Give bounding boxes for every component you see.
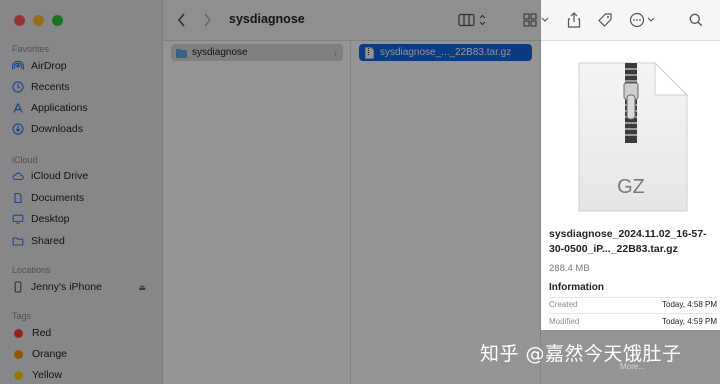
toolbar: sysdiagnose: [163, 0, 720, 41]
sidebar-item-documents[interactable]: Documents: [12, 189, 152, 207]
archive-document-icon: GZ: [578, 61, 689, 212]
sidebar-item-label: Jenny's iPhone: [31, 281, 102, 293]
column-2: sysdiagnose_..._22B83.tar.gz: [351, 41, 541, 384]
file-row-archive[interactable]: sysdiagnose_..._22B83.tar.gz: [359, 44, 532, 61]
cloud-icon: [12, 170, 24, 182]
clock-icon: [12, 81, 24, 93]
forward-button[interactable]: [203, 11, 212, 29]
preview-file-name: sysdiagnose_2024.11.02_16-57-30-0500_iP.…: [549, 228, 707, 255]
chevron-right-icon: ›: [334, 47, 337, 58]
sidebar-tag-red[interactable]: Red: [12, 324, 152, 342]
preview-file-size: 288.4 MB: [549, 263, 590, 274]
tag-button[interactable]: [597, 11, 613, 29]
sidebar-item-label: Shared: [31, 235, 65, 247]
sidebar-section-locations: Locations: [12, 265, 51, 275]
desktop-icon: [12, 213, 24, 225]
sidebar-section-favorites: Favorites: [12, 44, 50, 54]
sidebar-item-desktop[interactable]: Desktop: [12, 210, 152, 228]
window-title: sysdiagnose: [229, 12, 305, 26]
sidebar-item-recents[interactable]: Recents: [12, 78, 152, 96]
sidebar-item-label: Yellow: [32, 369, 62, 381]
sidebar-item-label: Documents: [31, 192, 85, 204]
sidebar-section-tags: Tags: [12, 311, 32, 321]
minimize-window-button[interactable]: [33, 15, 44, 26]
sidebar-item-label: Desktop: [31, 213, 70, 225]
eject-icon[interactable]: ⏏: [138, 283, 146, 292]
information-heading: Information: [549, 282, 604, 293]
airdrop-icon: [12, 60, 24, 72]
sidebar-item-label: Red: [32, 327, 52, 339]
yellow-tag-dot-icon: [14, 370, 23, 380]
chevron-left-icon: [177, 13, 185, 27]
info-row-modified: Modified Today, 4:59 PM: [549, 317, 717, 326]
search-icon: [689, 13, 703, 27]
sidebar-tag-yellow[interactable]: Yellow: [12, 366, 152, 384]
download-icon: [12, 123, 24, 135]
sidebar-item-label: iCloud Drive: [31, 170, 89, 182]
columns-view-icon: [458, 13, 486, 27]
share-button[interactable]: [567, 11, 581, 29]
sidebar: Favorites AirDrop Recents Applications D…: [0, 0, 163, 384]
sidebar-item-airdrop[interactable]: AirDrop: [12, 57, 152, 75]
folder-row-sysdiagnose[interactable]: sysdiagnose ›: [171, 44, 343, 61]
iphone-icon: [12, 281, 24, 293]
group-button[interactable]: [523, 11, 553, 29]
sidebar-item-icloud-drive[interactable]: iCloud Drive: [12, 167, 152, 185]
share-icon: [567, 12, 581, 28]
red-tag-dot-icon: [14, 328, 23, 338]
tag-icon: [598, 13, 612, 27]
archive-file-icon: [365, 46, 374, 59]
sidebar-item-downloads[interactable]: Downloads: [12, 120, 152, 138]
divider: [549, 297, 717, 298]
action-menu-button[interactable]: [629, 11, 657, 29]
svg-text:GZ: GZ: [617, 176, 645, 198]
info-row-created: Created Today, 4:58 PM: [549, 300, 717, 309]
chevron-right-icon: [204, 13, 212, 27]
view-mode-button[interactable]: [458, 11, 488, 29]
finder-window: Favorites AirDrop Recents Applications D…: [0, 0, 720, 384]
watermark-text: 知乎 @嘉然今天饿肚子: [480, 343, 682, 365]
close-window-button[interactable]: [14, 15, 25, 26]
sidebar-item-label: Applications: [31, 102, 88, 114]
column-1: sysdiagnose ›: [163, 41, 351, 384]
document-icon: [12, 192, 24, 204]
sidebar-item-label: Orange: [32, 348, 68, 360]
sidebar-item-jennys-iphone[interactable]: Jenny's iPhone ⏏: [12, 278, 152, 296]
zoom-window-button[interactable]: [52, 15, 63, 26]
orange-tag-dot-icon: [14, 349, 23, 359]
grid-group-icon: [523, 13, 549, 27]
preview-pane: GZ sysdiagnose_2024.11.02_16-57-30-0500_…: [541, 41, 720, 384]
shared-folder-icon: [12, 235, 24, 247]
ellipsis-circle-icon: [629, 12, 655, 28]
sidebar-item-shared[interactable]: Shared: [12, 232, 152, 250]
folder-icon: [176, 48, 187, 58]
window-controls: [14, 15, 63, 26]
sidebar-section-icloud: iCloud: [12, 155, 38, 165]
applications-icon: [12, 102, 24, 114]
sidebar-item-label: Downloads: [31, 123, 83, 135]
folder-name: sysdiagnose: [192, 47, 248, 58]
sidebar-item-label: AirDrop: [31, 60, 67, 72]
divider: [549, 313, 717, 314]
sidebar-item-label: Recents: [31, 81, 70, 93]
back-button[interactable]: [177, 11, 186, 29]
search-button[interactable]: [689, 11, 703, 29]
sidebar-tag-orange[interactable]: Orange: [12, 345, 152, 363]
file-name: sysdiagnose_..._22B83.tar.gz: [380, 47, 512, 58]
sidebar-item-applications[interactable]: Applications: [12, 99, 152, 117]
